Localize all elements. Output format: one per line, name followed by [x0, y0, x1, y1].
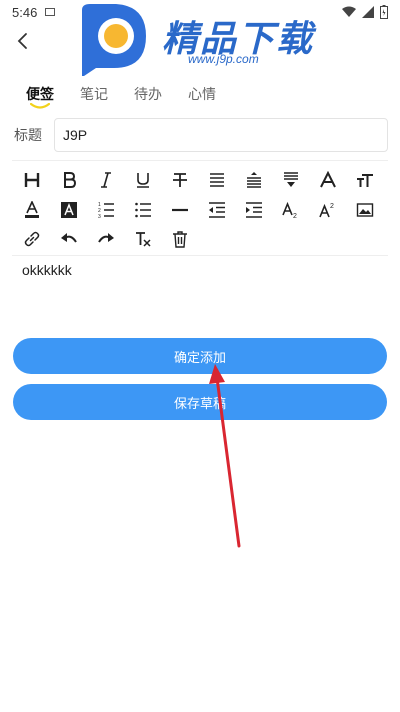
align-bottom-icon[interactable] [280, 169, 302, 191]
line-spacing-icon[interactable] [243, 169, 265, 191]
tab-todo[interactable]: 待办 [134, 84, 162, 104]
superscript-icon[interactable]: 2 [317, 199, 339, 221]
tab-mood[interactable]: 心情 [188, 84, 216, 104]
status-time: 5:46 [12, 4, 38, 20]
back-arrow-icon[interactable] [12, 30, 34, 52]
align-justify-icon[interactable] [206, 169, 228, 191]
tab-label: 心情 [188, 87, 216, 103]
bullet-list-icon[interactable] [132, 199, 154, 221]
trash-icon[interactable] [169, 228, 191, 250]
svg-text:2: 2 [293, 213, 297, 219]
tab-active-indicator [30, 103, 50, 109]
title-label: 标题 [14, 128, 42, 144]
editor-content[interactable]: okkkkkk [22, 262, 72, 278]
status-bar: 5:46 [0, 0, 400, 24]
undo-icon[interactable] [58, 228, 80, 250]
status-icons [342, 5, 388, 19]
underline-icon[interactable] [132, 169, 154, 191]
title-input[interactable] [54, 118, 388, 152]
title-row: 标题 [14, 118, 388, 152]
heading-icon[interactable] [21, 169, 43, 191]
indent-icon[interactable] [243, 199, 265, 221]
svg-text:2: 2 [330, 203, 334, 210]
text-background-icon[interactable] [58, 199, 80, 221]
font-icon[interactable] [317, 169, 339, 191]
strikethrough-icon[interactable] [169, 169, 191, 191]
category-tabs: 便签 笔记 待办 心情 [26, 84, 216, 109]
tab-label: 待办 [134, 87, 162, 103]
confirm-add-button[interactable]: 确定添加 [13, 338, 387, 374]
svg-text:3: 3 [98, 214, 101, 219]
bold-icon[interactable] [58, 169, 80, 191]
link-icon[interactable] [21, 228, 43, 250]
signal-icon [362, 6, 374, 18]
outdent-icon[interactable] [206, 199, 228, 221]
save-draft-button[interactable]: 保存草稿 [13, 384, 387, 420]
wifi-icon [342, 6, 356, 17]
tab-label: 笔记 [80, 87, 108, 103]
ordered-list-icon[interactable]: 123 [95, 199, 117, 221]
redo-icon[interactable] [95, 228, 117, 250]
tab-notes[interactable]: 笔记 [80, 84, 108, 104]
clear-format-icon[interactable] [132, 228, 154, 250]
sim-card-icon [45, 8, 56, 16]
italic-icon[interactable] [95, 169, 117, 191]
text-color-icon[interactable] [21, 199, 43, 221]
format-toolbar: 123 2 2 [12, 160, 388, 256]
image-icon[interactable] [354, 199, 376, 221]
battery-icon [380, 5, 388, 19]
tab-memo[interactable]: 便签 [26, 84, 54, 109]
subscript-icon[interactable]: 2 [280, 199, 302, 221]
tab-label: 便签 [26, 87, 54, 103]
horizontal-rule-icon[interactable] [169, 199, 191, 221]
text-size-icon[interactable] [354, 169, 376, 191]
watermark-url: www.j9p.com [188, 52, 259, 66]
